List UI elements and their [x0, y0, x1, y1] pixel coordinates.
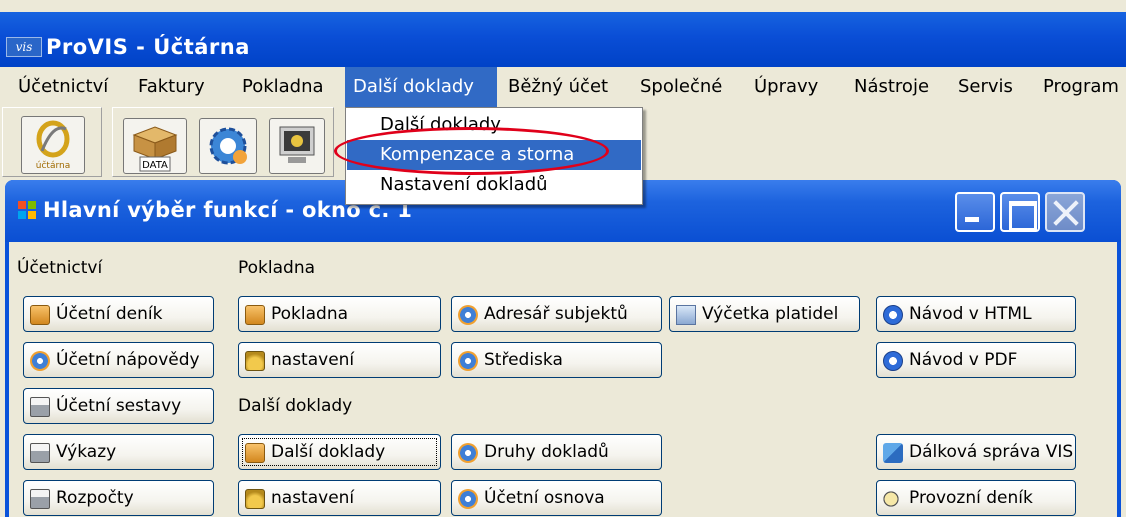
close-button[interactable]: [1045, 192, 1085, 232]
button-label: Dálková správa VIS: [909, 442, 1074, 462]
help-icon: [883, 305, 903, 325]
menu-dalsi-doklady[interactable]: Další doklady: [345, 67, 497, 107]
section-pokladna: Pokladna: [238, 258, 316, 278]
button-label: Druhy dokladů: [484, 442, 609, 462]
toolbar-group-tools: DATA: [112, 107, 334, 177]
provozni-denik-button[interactable]: Provozní deník: [876, 480, 1076, 516]
button-label: Další doklady: [271, 442, 386, 462]
button-label: nastavení: [271, 488, 355, 508]
maximize-button[interactable]: [1000, 192, 1040, 232]
red-highlight-ellipse: [334, 127, 609, 175]
menu-bar: Účetnictví Faktury Pokladna Další doklad…: [0, 67, 1126, 107]
button-label: Pokladna: [271, 304, 349, 324]
menu-ucetnictvi[interactable]: Účetnictví: [10, 67, 116, 107]
ucetni-osnova-button[interactable]: Účetní osnova: [451, 480, 662, 516]
logo-caption: účtárna: [36, 160, 70, 171]
function-panel: Účetnictví Pokladna Další doklady Účetní…: [9, 242, 1117, 517]
window-title: ProVIS - Účtárna: [46, 35, 250, 59]
dalsi-nastaveni-button[interactable]: nastavení: [238, 480, 441, 516]
dalkova-sprava-button[interactable]: Dálková správa VIS: [876, 434, 1076, 470]
button-label: Účetní sestavy: [56, 396, 182, 416]
pokladna-nastaveni-button[interactable]: nastavení: [238, 342, 441, 378]
button-label: Adresář subjektů: [484, 304, 628, 324]
app-logo-icon: vis: [6, 37, 42, 57]
wrench-icon: [458, 489, 478, 509]
toolbar-group-logo: účtárna: [2, 107, 102, 177]
button-label: Výkazy: [56, 442, 117, 462]
settings-button[interactable]: [199, 118, 257, 174]
vykazy-button[interactable]: Výkazy: [23, 434, 214, 470]
wrench-icon: [458, 443, 478, 463]
section-ucetnictvi: Účetnictví: [17, 258, 103, 278]
document-icon: [676, 305, 696, 325]
ucetni-denik-button[interactable]: Účetní deník: [23, 296, 214, 332]
wrench-icon: [458, 305, 478, 325]
ucetni-napovedy-button[interactable]: Účetní nápovědy: [23, 342, 214, 378]
vycetka-platidel-button[interactable]: Výčetka platidel: [669, 296, 860, 332]
menu-faktury[interactable]: Faktury: [130, 67, 213, 107]
button-label: Účetní nápovědy: [56, 350, 200, 370]
printer-icon: [30, 397, 50, 417]
navod-pdf-button[interactable]: Návod v PDF: [876, 342, 1076, 378]
dalsi-doklady-button[interactable]: Další doklady: [238, 434, 441, 470]
folder-icon: [245, 305, 265, 325]
button-label: Návod v PDF: [909, 350, 1018, 370]
hand-icon: [883, 489, 903, 509]
rozpocty-button[interactable]: Rozpočty: [23, 480, 214, 516]
button-label: Účetní osnova: [484, 488, 605, 508]
ucetni-sestavy-button[interactable]: Účetní sestavy: [23, 388, 214, 424]
menu-servis[interactable]: Servis: [950, 67, 1021, 107]
box-icon: DATA: [132, 126, 178, 172]
data-label: DATA: [142, 160, 168, 171]
button-label: Účetní deník: [56, 304, 163, 324]
network-icon: [883, 443, 903, 463]
main-function-window: Hlavní výběr funkcí - okno č. 1 Účetnict…: [5, 180, 1121, 517]
section-dalsi-doklady: Další doklady: [238, 396, 353, 416]
menu-bezny-ucet[interactable]: Běžný účet: [500, 67, 616, 107]
printer-icon: [30, 443, 50, 463]
menu-pokladna[interactable]: Pokladna: [234, 67, 332, 107]
navod-html-button[interactable]: Návod v HTML: [876, 296, 1076, 332]
monitor-icon: [279, 126, 315, 163]
menu-spolecne[interactable]: Společné: [632, 67, 730, 107]
wrench-icon: [30, 351, 50, 371]
button-label: nastavení: [271, 350, 355, 370]
button-label: Provozní deník: [909, 488, 1033, 508]
menu-upravy[interactable]: Úpravy: [746, 67, 826, 107]
menu-nastroje[interactable]: Nástroje: [846, 67, 937, 107]
help-icon: [883, 351, 903, 371]
adresar-subjektu-button[interactable]: Adresář subjektů: [451, 296, 662, 332]
strediska-button[interactable]: Střediska: [451, 342, 662, 378]
button-label: Návod v HTML: [909, 304, 1032, 324]
data-button[interactable]: DATA: [123, 118, 187, 174]
monitor-button[interactable]: [269, 118, 325, 174]
button-label: Výčetka platidel: [702, 304, 839, 324]
lock-icon: [245, 351, 265, 371]
minimize-button[interactable]: [955, 192, 995, 232]
druhy-dokladu-button[interactable]: Druhy dokladů: [451, 434, 662, 470]
gear-icon: [209, 127, 247, 165]
menu-program[interactable]: Program: [1035, 67, 1126, 107]
folder-icon: [245, 443, 265, 463]
lock-icon: [245, 489, 265, 509]
title-bar: vis ProVIS - Účtárna: [0, 12, 1126, 67]
button-label: Střediska: [484, 350, 563, 370]
uctarna-logo-icon: účtárna: [36, 120, 70, 171]
wrench-icon: [458, 351, 478, 371]
printer-icon: [30, 489, 50, 509]
folder-icon: [30, 305, 50, 325]
app-window: vis ProVIS - Účtárna Účetnictví Faktury …: [0, 0, 1126, 517]
windows-flag-icon: [18, 201, 36, 219]
button-label: Rozpočty: [56, 488, 134, 508]
pokladna-button[interactable]: Pokladna: [238, 296, 441, 332]
uctarna-logo-button[interactable]: účtárna: [21, 116, 85, 174]
